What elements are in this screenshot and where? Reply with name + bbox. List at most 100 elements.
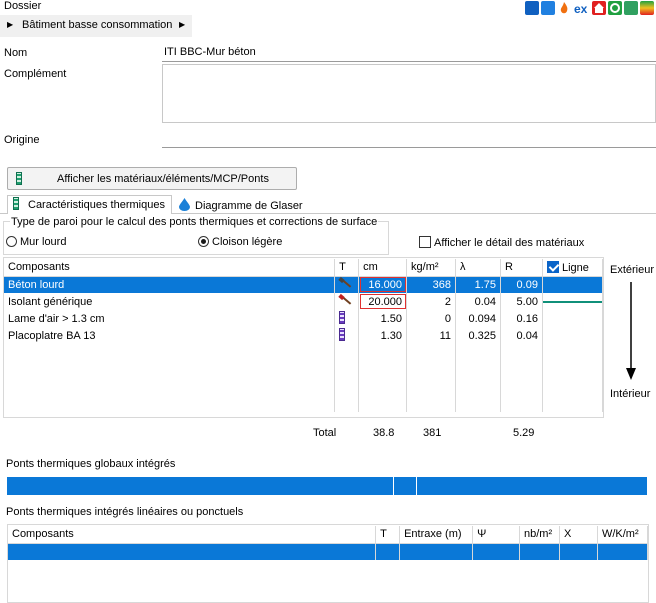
materials-icon: [16, 172, 22, 188]
nom-field[interactable]: ITI BBC-Mur béton: [162, 42, 656, 62]
row-name: Placoplatre BA 13: [4, 327, 336, 344]
breadcrumb[interactable]: ▶ Bâtiment basse consommation ▶: [0, 15, 192, 37]
row-kg: 368: [406, 276, 457, 293]
checkbox-icon: [419, 236, 431, 248]
row-r: 0.09: [500, 276, 543, 293]
table-row[interactable]: Béton lourd 16.000 368 1.75 0.09: [4, 276, 604, 293]
col-r[interactable]: R: [500, 259, 543, 277]
interieur-label: Intérieur: [610, 388, 651, 400]
chevron-right-icon[interactable]: ▶: [179, 20, 185, 29]
table-header: Composants T cm kg/m² λ R Ligne: [4, 259, 604, 277]
row-cm[interactable]: 20.000: [358, 293, 408, 310]
line-indicator: [542, 300, 602, 303]
checkbox-label: Afficher le détail des matériaux: [434, 237, 585, 249]
show-materials-label: Afficher les matériaux/éléments/MCP/Pont…: [57, 173, 269, 185]
complement-label: Complément: [4, 68, 67, 80]
col-lambda[interactable]: λ: [455, 259, 501, 277]
table-row[interactable]: Isolant générique 20.000 2 0.04 5.00: [4, 293, 604, 310]
type-cell: [334, 310, 360, 327]
refresh-icon[interactable]: [608, 1, 622, 15]
radio-mur-lourd[interactable]: Mur lourd: [6, 236, 66, 248]
ponts-lineaires-title: Ponts thermiques intégrés linéaires ou p…: [6, 506, 244, 518]
tab-label: Caractéristiques thermiques: [28, 199, 165, 211]
checkbox-checked-icon[interactable]: [546, 260, 559, 273]
ex-icon[interactable]: ex: [574, 2, 587, 16]
row-ligne: [542, 293, 604, 310]
row-ligne: [542, 327, 604, 344]
settings-icon[interactable]: [525, 1, 539, 15]
radio-label: Mur lourd: [20, 236, 67, 248]
leaf-icon[interactable]: [624, 1, 638, 15]
tab-caracteristiques[interactable]: Caractéristiques thermiques: [7, 195, 172, 214]
col-t[interactable]: T: [334, 259, 360, 277]
brick-icon: [339, 327, 346, 341]
radio-label: Cloison légère: [212, 236, 283, 248]
globe-icon[interactable]: [541, 1, 555, 15]
type-cell: [334, 276, 360, 293]
breadcrumb-label: Bâtiment basse consommation: [22, 19, 173, 31]
radio-icon: [6, 236, 17, 247]
nom-value: ITI BBC-Mur béton: [164, 46, 256, 58]
row-name: Béton lourd: [4, 276, 336, 293]
show-materials-button[interactable]: Afficher les matériaux/éléments/MCP/Pont…: [7, 167, 297, 190]
home-icon[interactable]: [592, 1, 606, 15]
table-row[interactable]: Lame d'air > 1.3 cm 1.50 0 0.094 0.16: [4, 310, 604, 327]
row-lambda: 1.75: [455, 276, 501, 293]
detail-checkbox[interactable]: Afficher le détail des matériaux: [419, 236, 584, 249]
tab-glaser[interactable]: Diagramme de Glaser: [174, 197, 306, 214]
total-r: 5.29: [513, 427, 535, 439]
row-r: 0.16: [500, 310, 543, 327]
radio-cloison-legere[interactable]: Cloison légère: [198, 236, 282, 248]
col-kg[interactable]: kg/m²: [406, 259, 457, 277]
hammer-icon: [339, 277, 353, 289]
total-label: Total: [313, 427, 337, 439]
col-composants[interactable]: Composants: [8, 526, 377, 544]
col-entraxe[interactable]: Entraxe (m): [399, 526, 474, 544]
row-cm[interactable]: 1.30: [358, 327, 408, 344]
type-cell: [334, 327, 360, 344]
total-cm: 38.8: [373, 427, 395, 439]
row-kg: 2: [406, 293, 457, 310]
ponts-globaux-row[interactable]: [7, 477, 647, 495]
nom-label: Nom: [4, 47, 28, 59]
row-lambda: 0.04: [455, 293, 501, 310]
total-kg: 381: [423, 427, 442, 439]
table-row[interactable]: [8, 543, 649, 560]
row-kg: 0: [406, 310, 457, 327]
radio-selected-icon: [198, 236, 209, 247]
origine-field[interactable]: [162, 128, 656, 148]
arrow-down-icon: [626, 282, 636, 380]
origine-label: Origine: [4, 134, 40, 146]
row-name: Lame d'air > 1.3 cm: [4, 310, 336, 327]
row-r: 0.04: [500, 327, 543, 344]
materials-table: Composants T cm kg/m² λ R Ligne Béton lo…: [4, 259, 604, 412]
col-nb[interactable]: nb/m²: [519, 526, 560, 544]
col-ligne[interactable]: Ligne: [542, 259, 604, 277]
row-r: 5.00: [500, 293, 543, 310]
col-cm[interactable]: cm: [358, 259, 408, 277]
brick-icon: [339, 310, 346, 324]
flame-icon[interactable]: [557, 1, 571, 15]
materials-icon: [13, 197, 19, 213]
empty-row: [4, 344, 604, 412]
exterieur-label: Extérieur: [610, 264, 655, 276]
complement-field[interactable]: [162, 64, 656, 123]
row-ligne: [542, 276, 604, 293]
col-t[interactable]: T: [375, 526, 401, 544]
col-composants[interactable]: Composants: [4, 259, 336, 277]
chevron-right-icon[interactable]: ▶: [7, 20, 13, 29]
energy-label-icon[interactable]: [640, 1, 654, 15]
col-psi[interactable]: Ψ: [472, 526, 521, 544]
section-title: Dossier: [4, 0, 42, 12]
row-cm[interactable]: 1.50: [358, 310, 408, 327]
row-ligne: [542, 310, 604, 327]
col-wkm[interactable]: W/K/m²: [597, 526, 649, 544]
ponts-globaux-title: Ponts thermiques globaux intégrés: [6, 458, 176, 470]
row-lambda: 0.325: [455, 327, 501, 344]
col-x[interactable]: X: [559, 526, 598, 544]
row-cm[interactable]: 16.000: [358, 276, 408, 293]
paroi-group-label: Type de paroi pour le calcul des ponts t…: [10, 216, 379, 228]
droplet-icon: [179, 197, 190, 214]
ponts-lineaires-table: Composants T Entraxe (m) Ψ nb/m² X W/K/m…: [8, 526, 649, 560]
table-row[interactable]: Placoplatre BA 13 1.30 11 0.325 0.04: [4, 327, 604, 344]
